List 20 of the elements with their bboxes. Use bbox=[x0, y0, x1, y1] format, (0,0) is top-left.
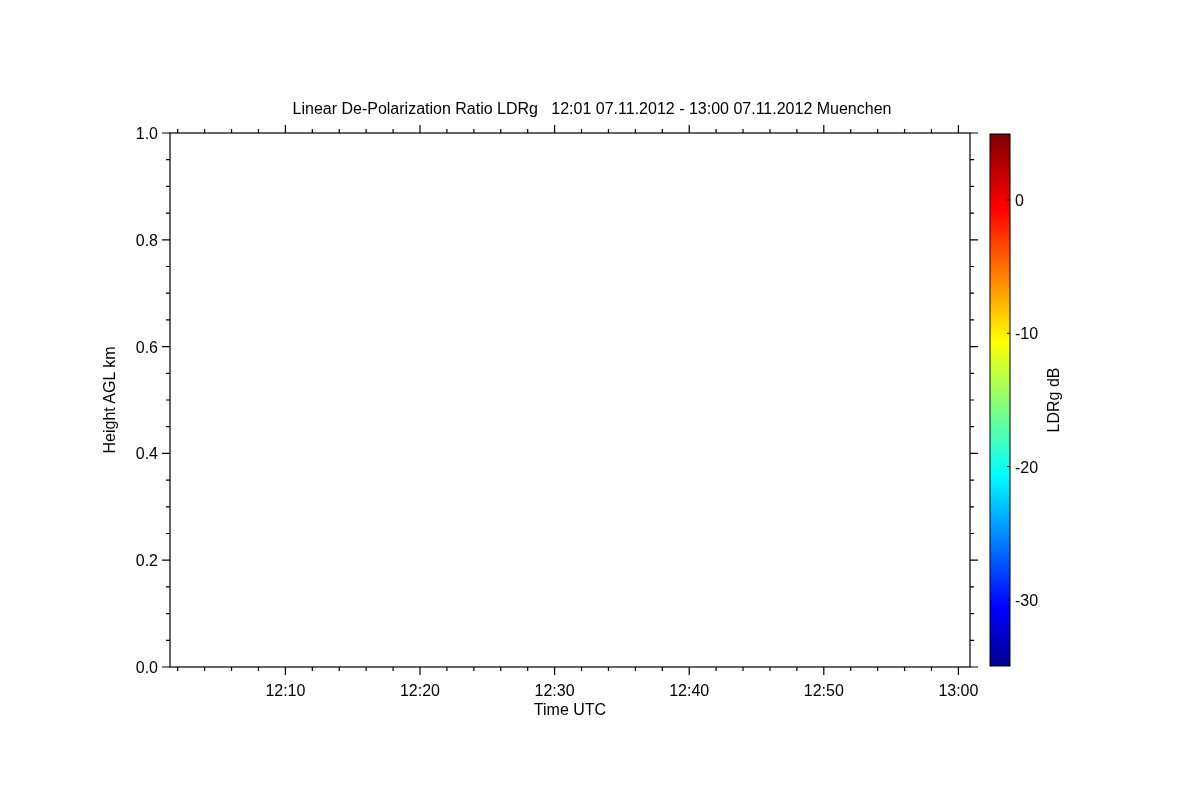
colorbar-label: 0 bbox=[1015, 192, 1024, 209]
tick-label: 12:10 bbox=[265, 682, 306, 699]
tick-label: 12:30 bbox=[534, 682, 575, 699]
chart-title: Linear De-Polarization Ratio LDRg 12:01 07.11.2012 - 13:00 07.11.2012 Muenchen bbox=[292, 100, 892, 117]
tick-label: 0.4 bbox=[135, 445, 158, 463]
tick-label: 12:20 bbox=[400, 682, 440, 699]
tick-label: 13:00 bbox=[938, 682, 979, 699]
colorbar-label: -20 bbox=[1015, 458, 1039, 476]
tick-label: 1.0 bbox=[135, 125, 158, 142]
tick-label: 0.6 bbox=[135, 338, 158, 356]
axis-title: LDRg dB bbox=[1045, 367, 1062, 433]
tick-label: 0.2 bbox=[135, 552, 158, 570]
tick-label: 0.8 bbox=[135, 231, 158, 249]
axis-title: Height AGL km bbox=[101, 346, 118, 454]
tick-label: 12:40 bbox=[669, 682, 710, 699]
axis-title: Time UTC bbox=[533, 701, 607, 718]
colorbar-label: -10 bbox=[1015, 325, 1039, 343]
colorbar-label: -30 bbox=[1015, 591, 1039, 609]
tick-label: 0.0 bbox=[135, 659, 158, 676]
tick-label: 12:50 bbox=[803, 682, 844, 699]
